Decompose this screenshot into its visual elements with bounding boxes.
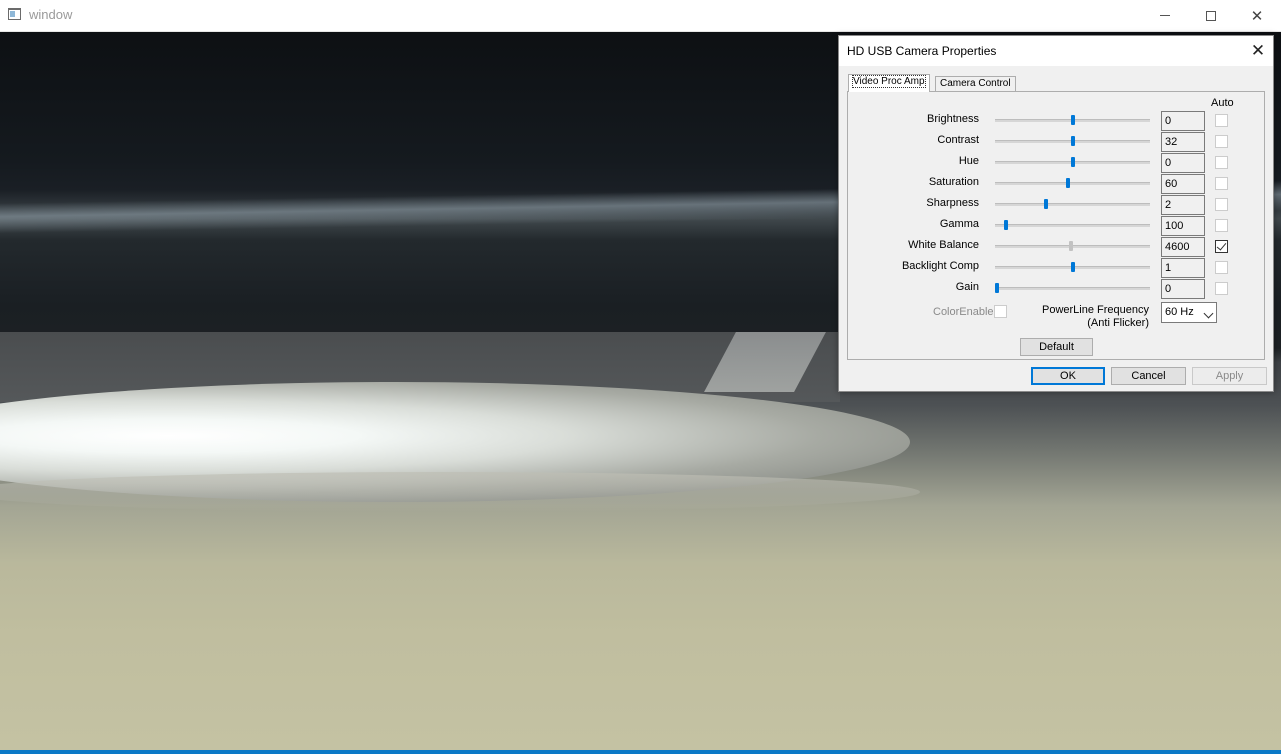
window-bottom-border	[0, 750, 1281, 754]
property-row-gamma: Gamma 100	[839, 216, 1273, 236]
dialog-titlebar: HD USB Camera Properties ✕	[839, 36, 1273, 66]
hue-slider-thumb[interactable]	[1070, 157, 1075, 167]
maximize-button[interactable]	[1188, 0, 1234, 31]
white-balance-value-field[interactable]: 4600	[1161, 237, 1205, 257]
tab-label: Camera Control	[940, 78, 1011, 89]
saturation-slider[interactable]	[995, 182, 1150, 185]
property-row-brightness: Brightness 0	[839, 111, 1273, 131]
gain-value-field[interactable]: 0	[1161, 279, 1205, 299]
property-row-white-balance: White Balance 4600	[839, 237, 1273, 257]
contrast-slider-thumb[interactable]	[1070, 136, 1075, 146]
color-enable-checkbox[interactable]	[994, 305, 1007, 318]
gamma-slider-thumb[interactable]	[1003, 220, 1008, 230]
powerline-selected-value: 60 Hz	[1165, 306, 1194, 318]
powerline-label-line2: (Anti Flicker)	[1087, 317, 1149, 329]
gain-slider-thumb[interactable]	[994, 283, 999, 293]
property-label: Saturation	[928, 176, 979, 188]
app-icon	[8, 8, 21, 20]
contrast-value-field[interactable]: 32	[1161, 132, 1205, 152]
sharpness-auto-checkbox[interactable]	[1215, 198, 1228, 211]
hue-auto-checkbox[interactable]	[1215, 156, 1228, 169]
sharpness-slider-thumb[interactable]	[1044, 199, 1049, 209]
brightness-value-field[interactable]: 0	[1161, 111, 1205, 131]
gain-slider[interactable]	[995, 287, 1150, 290]
tab-video-proc-amp[interactable]: Video Proc Amp	[848, 74, 930, 92]
property-row-saturation: Saturation 60	[839, 174, 1273, 194]
minimize-button[interactable]	[1142, 0, 1188, 31]
monitor-stand-rim	[0, 472, 920, 512]
window-titlebar: window ✕	[0, 0, 1281, 32]
property-row-gain: Gain 0	[839, 279, 1273, 299]
property-row-backlight-comp: Backlight Comp 1	[839, 258, 1273, 278]
window-title: window	[29, 7, 73, 22]
apply-button[interactable]: Apply	[1192, 367, 1267, 385]
white-balance-auto-checkbox[interactable]	[1215, 240, 1228, 253]
sharpness-value-field[interactable]: 2	[1161, 195, 1205, 215]
gamma-value-field[interactable]: 100	[1161, 216, 1205, 236]
default-button[interactable]: Default	[1020, 338, 1093, 356]
close-button[interactable]: ✕	[1234, 0, 1280, 31]
property-label: Brightness	[927, 113, 979, 125]
close-icon: ✕	[1250, 41, 1266, 60]
property-label: Sharpness	[926, 197, 979, 209]
chevron-down-icon	[1203, 308, 1214, 319]
color-enable-label: ColorEnable	[933, 306, 994, 318]
camera-properties-dialog: HD USB Camera Properties ✕ Video Proc Am…	[838, 35, 1274, 392]
powerline-frequency-label: PowerLine Frequency (Anti Flicker)	[1042, 304, 1149, 330]
sharpness-slider[interactable]	[995, 203, 1150, 206]
property-row-contrast: Contrast 32	[839, 132, 1273, 152]
backlight-comp-auto-checkbox[interactable]	[1215, 261, 1228, 274]
auto-column-header: Auto	[1211, 97, 1234, 109]
property-row-hue: Hue 0	[839, 153, 1273, 173]
property-label: Backlight Comp	[901, 260, 979, 272]
gamma-slider[interactable]	[995, 224, 1150, 227]
cancel-button[interactable]: Cancel	[1111, 367, 1186, 385]
property-label: White Balance	[908, 239, 979, 251]
property-label: Gain	[955, 281, 979, 293]
brightness-slider-thumb[interactable]	[1070, 115, 1075, 125]
powerline-frequency-select[interactable]: 60 Hz	[1161, 302, 1217, 323]
gamma-auto-checkbox[interactable]	[1215, 219, 1228, 232]
tab-label: Video Proc Amp	[852, 75, 926, 88]
hue-value-field[interactable]: 0	[1161, 153, 1205, 173]
property-label: Hue	[958, 155, 979, 167]
backlight-comp-slider-thumb[interactable]	[1070, 262, 1075, 272]
brightness-auto-checkbox[interactable]	[1215, 114, 1228, 127]
property-label: Contrast	[937, 134, 979, 146]
property-label: Gamma	[939, 218, 979, 230]
close-icon: ✕	[1250, 7, 1264, 25]
property-row-sharpness: Sharpness 2	[839, 195, 1273, 215]
powerline-label-line1: PowerLine Frequency	[1041, 304, 1149, 316]
tab-camera-control[interactable]: Camera Control	[935, 76, 1016, 92]
ok-button[interactable]: OK	[1031, 367, 1105, 385]
minimize-icon	[1160, 15, 1170, 16]
dialog-close-button[interactable]: ✕	[1247, 40, 1269, 62]
saturation-value-field[interactable]: 60	[1161, 174, 1205, 194]
saturation-slider-thumb[interactable]	[1065, 178, 1070, 188]
maximize-icon	[1206, 10, 1216, 21]
dialog-title: HD USB Camera Properties	[847, 44, 997, 58]
white-balance-slider-thumb	[1068, 241, 1073, 251]
saturation-auto-checkbox[interactable]	[1215, 177, 1228, 190]
backlight-comp-value-field[interactable]: 1	[1161, 258, 1205, 278]
gain-auto-checkbox[interactable]	[1215, 282, 1228, 295]
contrast-auto-checkbox[interactable]	[1215, 135, 1228, 148]
